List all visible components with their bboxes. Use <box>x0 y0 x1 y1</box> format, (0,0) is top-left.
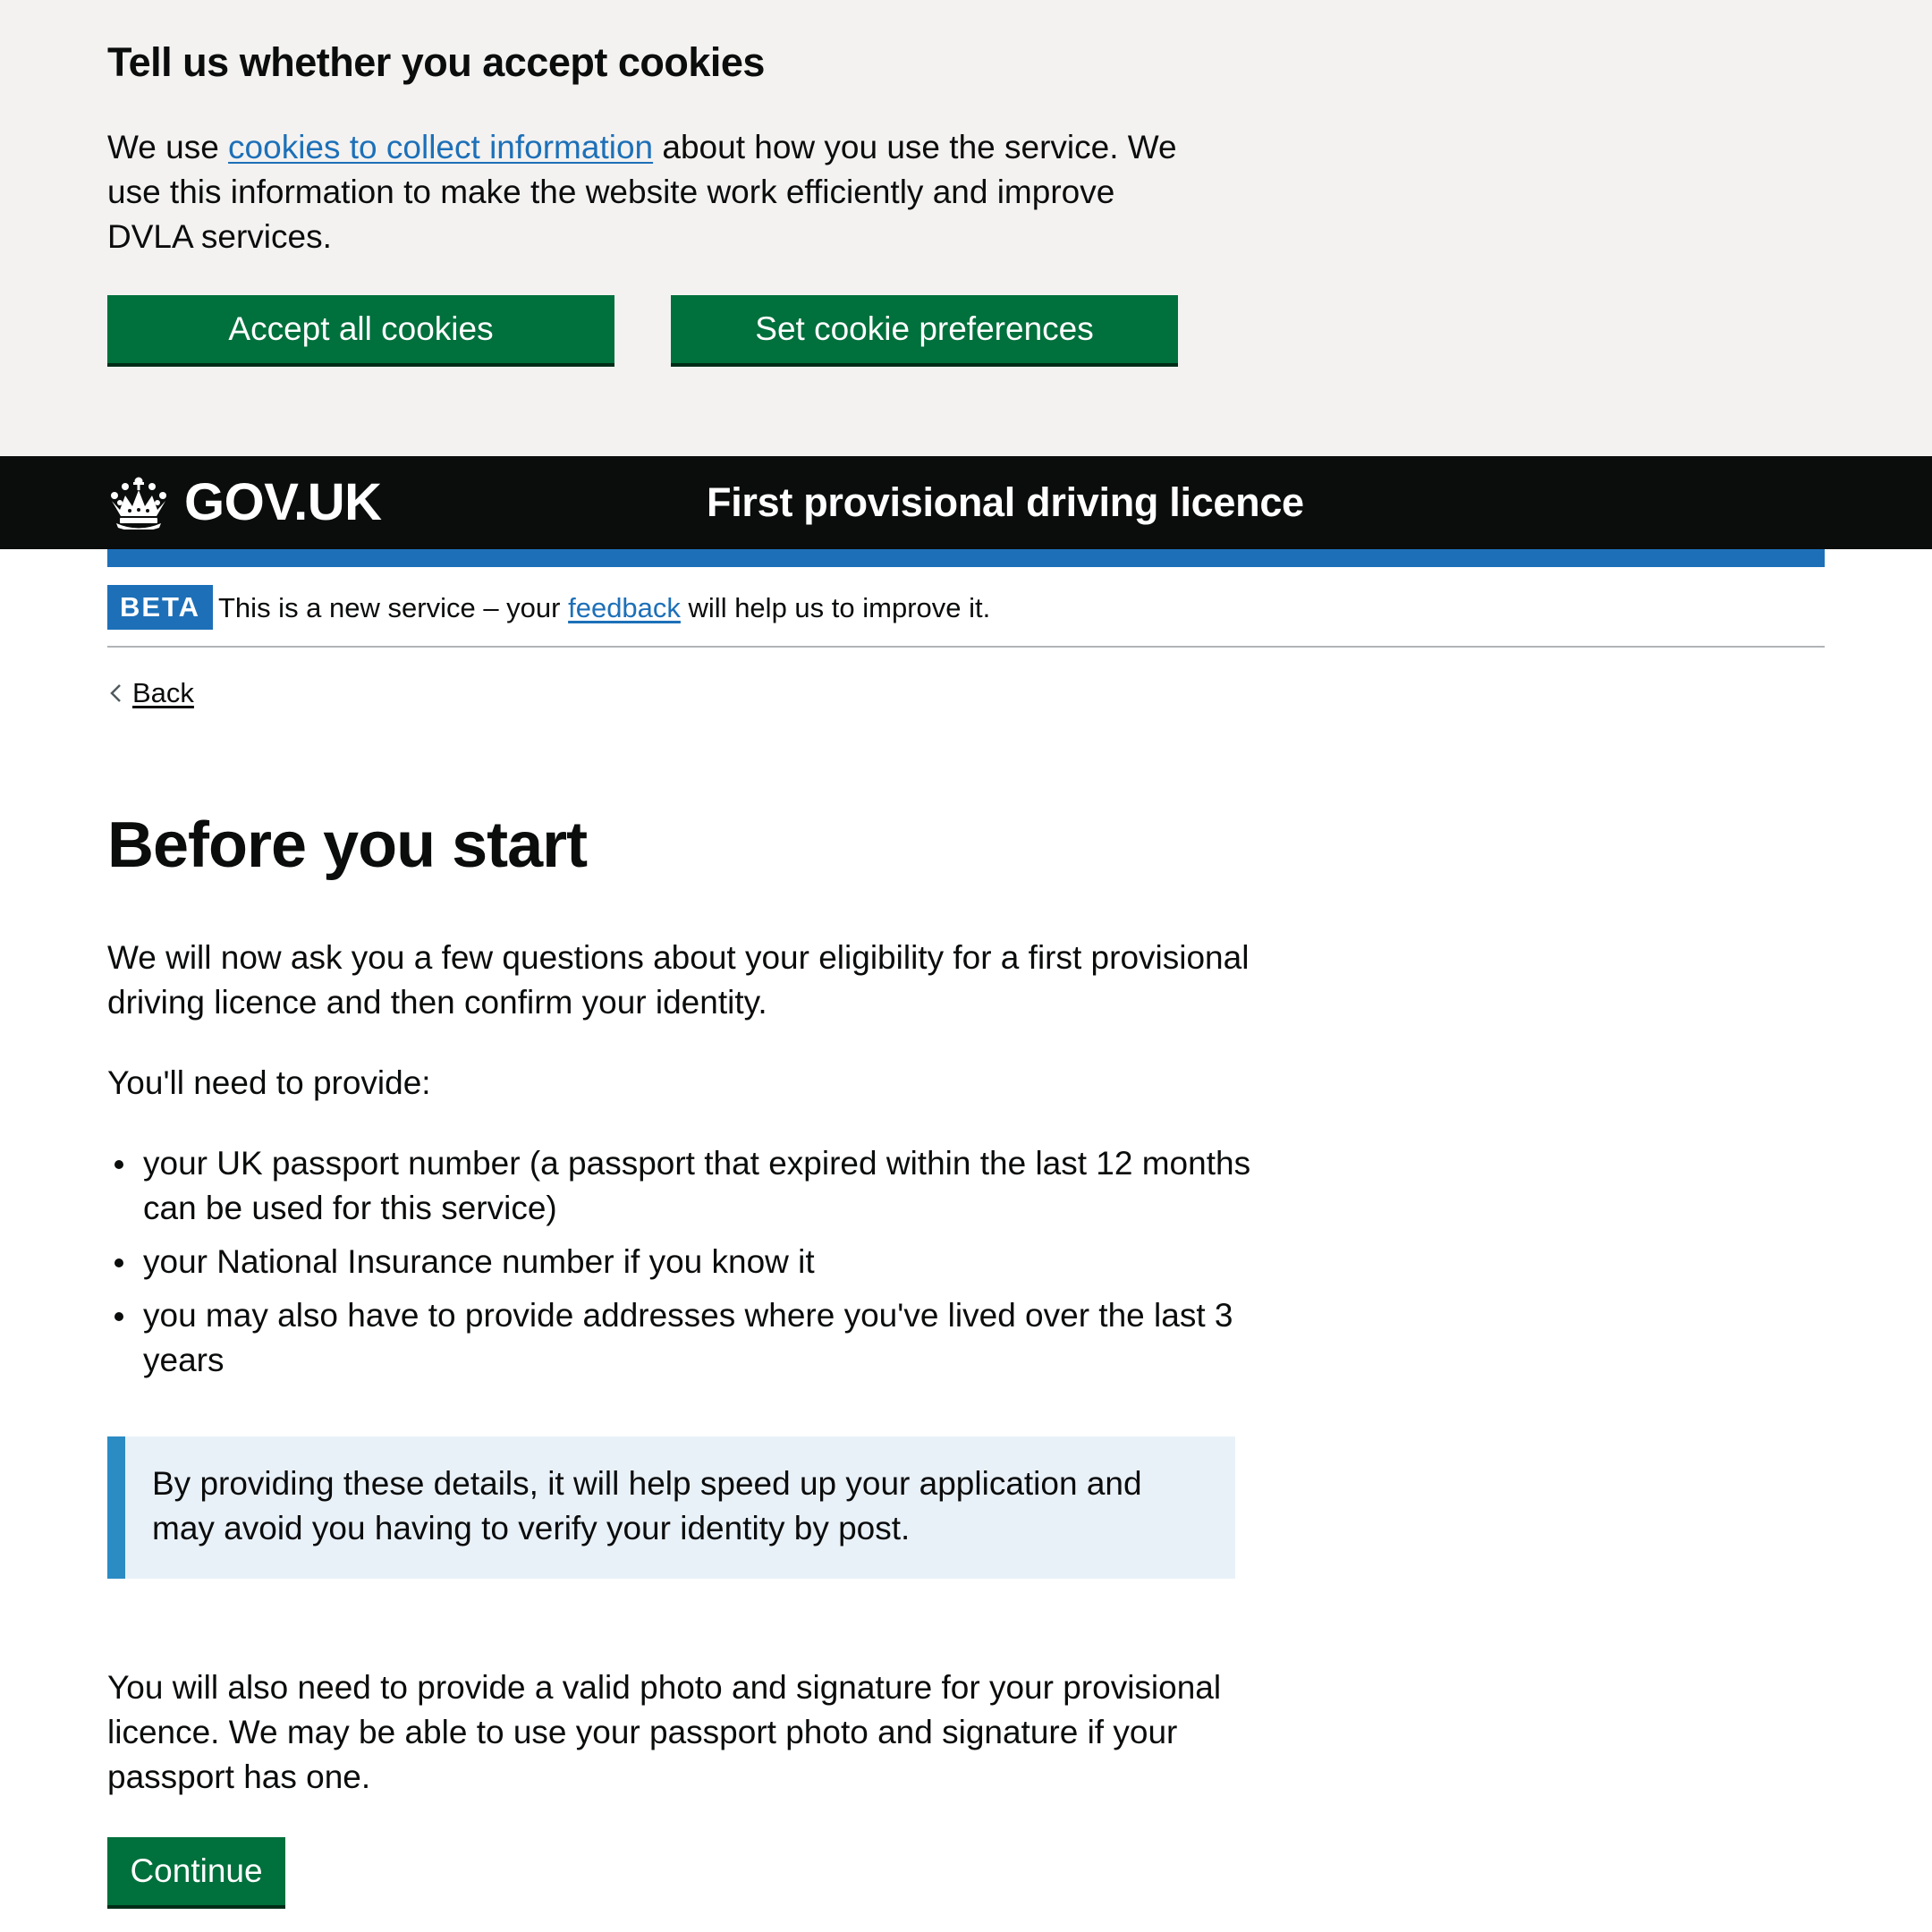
continue-button[interactable]: Continue <box>107 1837 285 1905</box>
list-item: you may also have to provide addresses w… <box>107 1293 1261 1383</box>
list-item: your UK passport number (a passport that… <box>107 1141 1261 1231</box>
phase-banner: BETA This is a new service – your feedba… <box>107 585 1825 648</box>
chevron-left-icon <box>110 684 121 702</box>
inset-text: By providing these details, it will help… <box>107 1436 1235 1579</box>
requirements-heading: You'll need to provide: <box>107 1064 431 1101</box>
cookie-banner-text: We use cookies to collect information ab… <box>107 125 1181 259</box>
back-link-label: Back <box>132 677 194 708</box>
set-cookie-preferences-button[interactable]: Set cookie preferences <box>671 295 1178 363</box>
site-header: GOV.UK First provisional driving licence <box>0 456 1932 549</box>
phase-text-intro: This is a new service – your <box>218 592 569 623</box>
beta-tag: BETA <box>107 585 213 630</box>
phase-banner-text: This is a new service – your feedback wi… <box>218 590 990 626</box>
crown-icon <box>111 477 166 530</box>
list-item: your National Insurance number if you kn… <box>107 1240 1261 1284</box>
govuk-logo-link[interactable]: GOV.UK <box>107 469 382 537</box>
photo-signature-paragraph: You will also need to provide a valid ph… <box>107 1669 1222 1795</box>
header-blue-bar <box>107 549 1825 567</box>
govuk-logo-text: GOV.UK <box>184 473 382 531</box>
cookie-text-intro: We use <box>107 129 229 165</box>
cookies-info-link[interactable]: cookies to collect information <box>228 129 653 165</box>
feedback-link[interactable]: feedback <box>568 592 681 623</box>
phase-text-rest: will help us to improve it. <box>680 592 991 623</box>
cookie-banner: Tell us whether you accept cookies We us… <box>0 0 1932 456</box>
back-link[interactable]: Back <box>107 675 194 711</box>
page-title: Before you start <box>107 809 588 881</box>
intro-paragraph: We will now ask you a few questions abou… <box>107 939 1250 1021</box>
service-name-link[interactable]: First provisional driving licence <box>707 476 1304 530</box>
accept-cookies-button[interactable]: Accept all cookies <box>107 295 614 363</box>
requirements-list: your UK passport number (a passport that… <box>107 1141 1261 1392</box>
cookie-banner-title: Tell us whether you accept cookies <box>107 39 765 85</box>
